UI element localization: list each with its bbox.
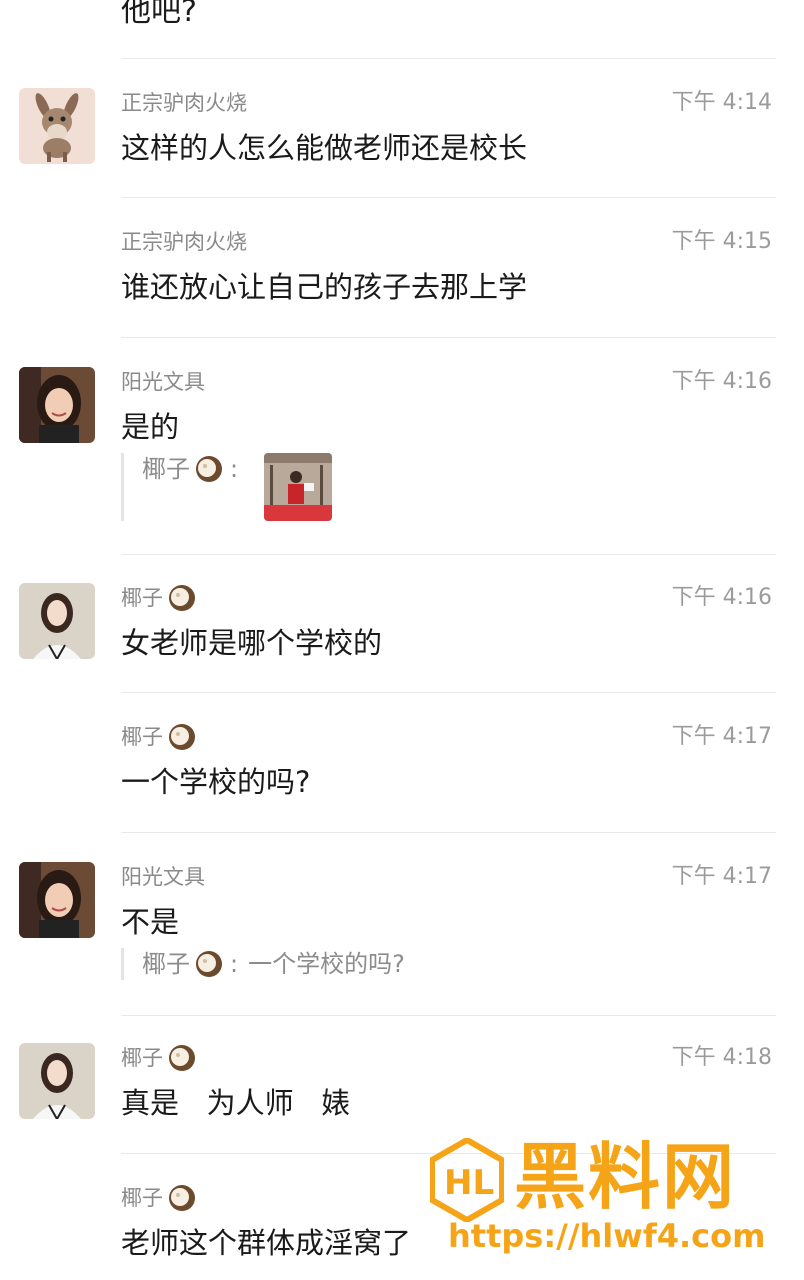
coconut-icon	[167, 1043, 197, 1073]
woman-white-avatar[interactable]	[19, 1043, 95, 1119]
message-time: 下午 4:16	[671, 585, 772, 610]
quoted-sender: 椰子	[142, 453, 224, 485]
message-divider	[121, 554, 776, 555]
sender-name: 椰子	[121, 583, 197, 613]
coconut-icon	[167, 583, 197, 613]
sender-name: 正宗驴肉火烧	[121, 91, 247, 115]
coconut-icon	[194, 454, 224, 484]
message-divider	[121, 337, 776, 338]
message-text: 是的	[121, 410, 180, 444]
message-time: 下午 4:14	[671, 90, 772, 115]
coconut-icon	[167, 722, 197, 752]
quoted-message[interactable]: 椰子 :	[121, 453, 333, 521]
message-time: 下午 4:17	[671, 864, 772, 889]
message-text: 这样的人怎么能做老师还是校长	[121, 131, 528, 165]
svg-text:HL: HL	[444, 1163, 494, 1203]
watermark-logo-icon: HL	[430, 1138, 504, 1222]
site-watermark: HL 黑料网 https://hlwf4.com	[430, 1132, 790, 1272]
message-time: 下午 4:17	[671, 724, 772, 749]
coconut-icon	[167, 1183, 197, 1213]
message-text: 女老师是哪个学校的	[121, 626, 383, 660]
message-text: 老师这个群体成淫窝了	[121, 1226, 412, 1260]
woman-white-avatar[interactable]	[19, 583, 95, 659]
watermark-url: https://hlwf4.com	[448, 1217, 766, 1255]
message-divider	[121, 692, 776, 693]
sender-name: 阳光文具	[121, 370, 205, 394]
photo-thumbnail[interactable]	[264, 453, 333, 521]
chat-history: 他吧? 正宗驴肉火烧 下午 4:14 这样的人怎么能做老师还是校长 正宗驴肉火烧…	[0, 0, 804, 1280]
sender-name: 椰子	[121, 1183, 197, 1213]
message-text: 一个学校的吗?	[121, 765, 311, 799]
coconut-icon	[194, 949, 224, 979]
woman-avatar[interactable]	[19, 862, 95, 938]
message-divider	[121, 1015, 776, 1016]
quoted-sender: 椰子	[142, 948, 224, 980]
message-text-fragment: 他吧?	[121, 0, 197, 29]
message-text: 真是 为人师 婊	[121, 1086, 351, 1120]
message-time: 下午 4:18	[671, 1045, 772, 1070]
message-divider	[121, 58, 776, 59]
sender-name: 正宗驴肉火烧	[121, 230, 247, 254]
quoted-text: 一个学校的吗?	[248, 950, 405, 978]
message-text: 谁还放心让自己的孩子去那上学	[121, 270, 528, 304]
donkey-avatar[interactable]	[19, 88, 95, 164]
watermark-title: 黑料网	[514, 1135, 737, 1219]
sender-name: 椰子	[121, 1043, 197, 1073]
message-divider	[121, 832, 776, 833]
message-divider	[121, 197, 776, 198]
message-time: 下午 4:15	[671, 229, 772, 254]
sender-name: 阳光文具	[121, 865, 205, 889]
message-text: 不是	[121, 905, 180, 939]
woman-avatar[interactable]	[19, 367, 95, 443]
sender-name: 椰子	[121, 722, 197, 752]
quoted-message[interactable]: 椰子 : 一个学校的吗?	[121, 948, 405, 980]
message-time: 下午 4:16	[671, 369, 772, 394]
